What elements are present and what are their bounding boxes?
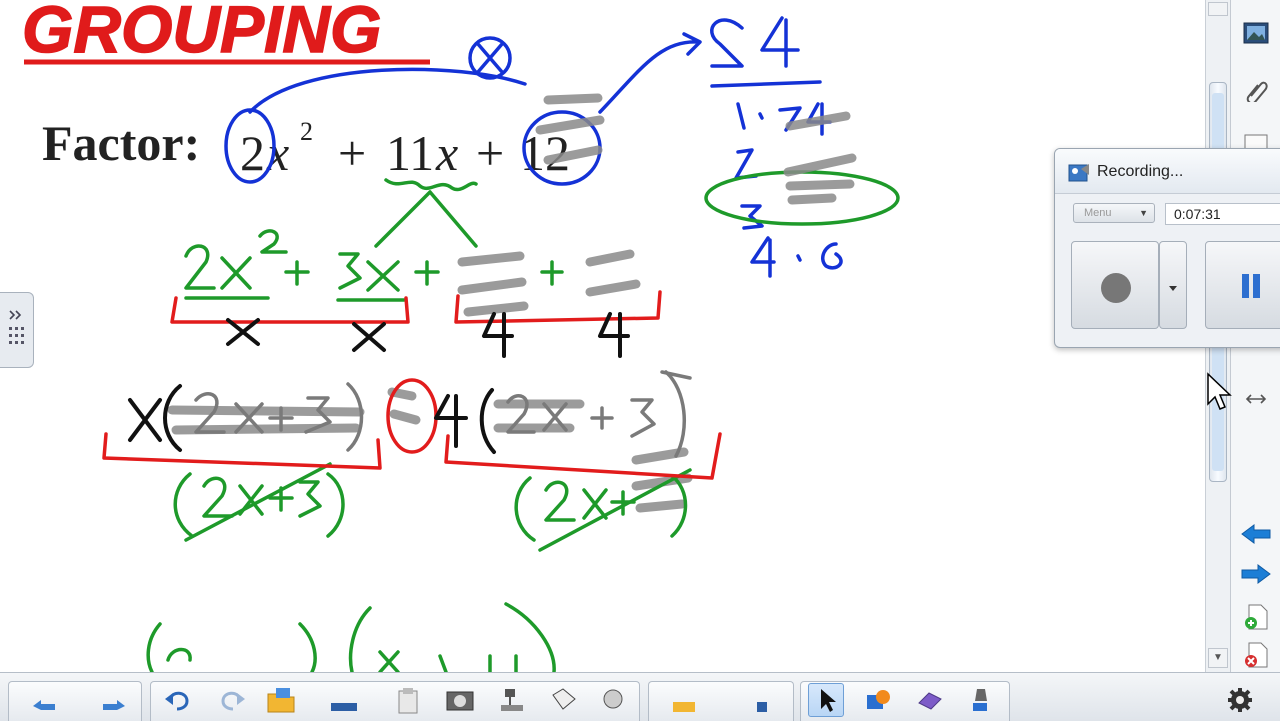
var-x-1: x (266, 125, 289, 181)
exponent: 2 (300, 117, 313, 146)
add-item-button[interactable] (744, 683, 780, 717)
attachments-icon[interactable] (1237, 70, 1275, 108)
chevron-down-icon (1169, 286, 1177, 291)
eraser-icon (918, 692, 942, 710)
next-page-button[interactable] (96, 683, 132, 717)
coef-b: 11 (386, 125, 434, 181)
previous-page-icon (33, 700, 55, 710)
previous-page-icon[interactable] (1237, 515, 1275, 553)
paste-icon (398, 688, 418, 714)
pause-icon (1242, 274, 1260, 298)
screen-shade-icon (331, 703, 357, 711)
var-x-2: x (435, 125, 458, 181)
recorder-titlebar[interactable]: Recording... (1055, 149, 1280, 194)
recorder-menu-label: Menu (1084, 207, 1112, 219)
eraser-tool-button[interactable] (912, 683, 948, 717)
next-page-icon[interactable] (1237, 555, 1275, 593)
screen-shade-button[interactable] (326, 683, 362, 717)
gallery-icon[interactable] (1237, 14, 1275, 52)
document-camera-icon (501, 689, 523, 711)
settings-icon (1228, 688, 1252, 712)
pause-button[interactable] (1205, 241, 1280, 329)
whiteboard-canvas[interactable]: GROUPING Factor: 2 x 2 + 11 x + 12 (0, 0, 1205, 672)
undo-icon (165, 691, 189, 711)
record-options-dropdown[interactable] (1159, 241, 1187, 329)
next-page-icon (103, 700, 125, 710)
settings-button[interactable] (1222, 683, 1258, 717)
fill-icon (603, 689, 623, 709)
screen-capture-icon (446, 691, 474, 711)
chevron-down-icon: ▼ (1139, 208, 1148, 218)
fill-button[interactable] (596, 683, 632, 717)
board-title: GROUPING (22, 0, 381, 66)
pen-tool-button[interactable] (860, 683, 896, 717)
scroll-up-button[interactable] (1208, 2, 1228, 16)
recorder-menu-button[interactable]: Menu ▼ (1073, 203, 1155, 223)
plus-1: + (338, 125, 366, 181)
document-camera-button[interactable] (494, 683, 530, 717)
table-icon (552, 688, 576, 710)
add-item-icon (757, 702, 767, 712)
folder-icon (673, 702, 695, 712)
record-button[interactable] (1071, 241, 1159, 329)
redo-icon (221, 691, 245, 711)
recorder-icon (1068, 164, 1089, 182)
delete-page-icon[interactable] (1237, 636, 1275, 674)
add-page-icon[interactable] (1237, 598, 1275, 636)
recorder-title: Recording... (1097, 163, 1184, 180)
open-file-icon (267, 688, 295, 713)
red-brackets (102, 290, 722, 480)
recorder-elapsed-time: 0:07:31 (1165, 203, 1280, 225)
folder-button[interactable] (666, 683, 702, 717)
scroll-down-button[interactable]: ▼ (1208, 648, 1228, 668)
mouse-cursor-icon (1207, 372, 1232, 410)
bottom-toolbar (0, 672, 1280, 721)
previous-page-button[interactable] (26, 683, 62, 717)
undo-button[interactable] (160, 683, 196, 717)
shapes-icon (973, 689, 987, 711)
side-panel-handle[interactable] (0, 292, 34, 368)
redo-button[interactable] (214, 683, 250, 717)
paste-button[interactable] (390, 683, 426, 717)
recorder-window[interactable]: Recording... Menu ▼ 0:07:31 (1054, 148, 1280, 348)
open-file-button[interactable] (264, 683, 300, 717)
shapes-tool-button[interactable] (962, 683, 998, 717)
handle-grip-icon (9, 310, 24, 344)
resize-arrows-icon[interactable] (1237, 380, 1275, 418)
table-button[interactable] (546, 683, 582, 717)
screen-capture-button[interactable] (442, 683, 478, 717)
factor-label: Factor: (42, 115, 200, 171)
pen-icon (867, 690, 890, 709)
ink-layer: GROUPING Factor: 2 x 2 + 11 x + 12 (21, 0, 900, 672)
plus-2: + (476, 125, 504, 181)
select-icon (821, 689, 836, 712)
select-tool-button[interactable] (808, 683, 844, 717)
record-icon (1101, 273, 1131, 303)
coef-a: 2 (240, 125, 265, 181)
